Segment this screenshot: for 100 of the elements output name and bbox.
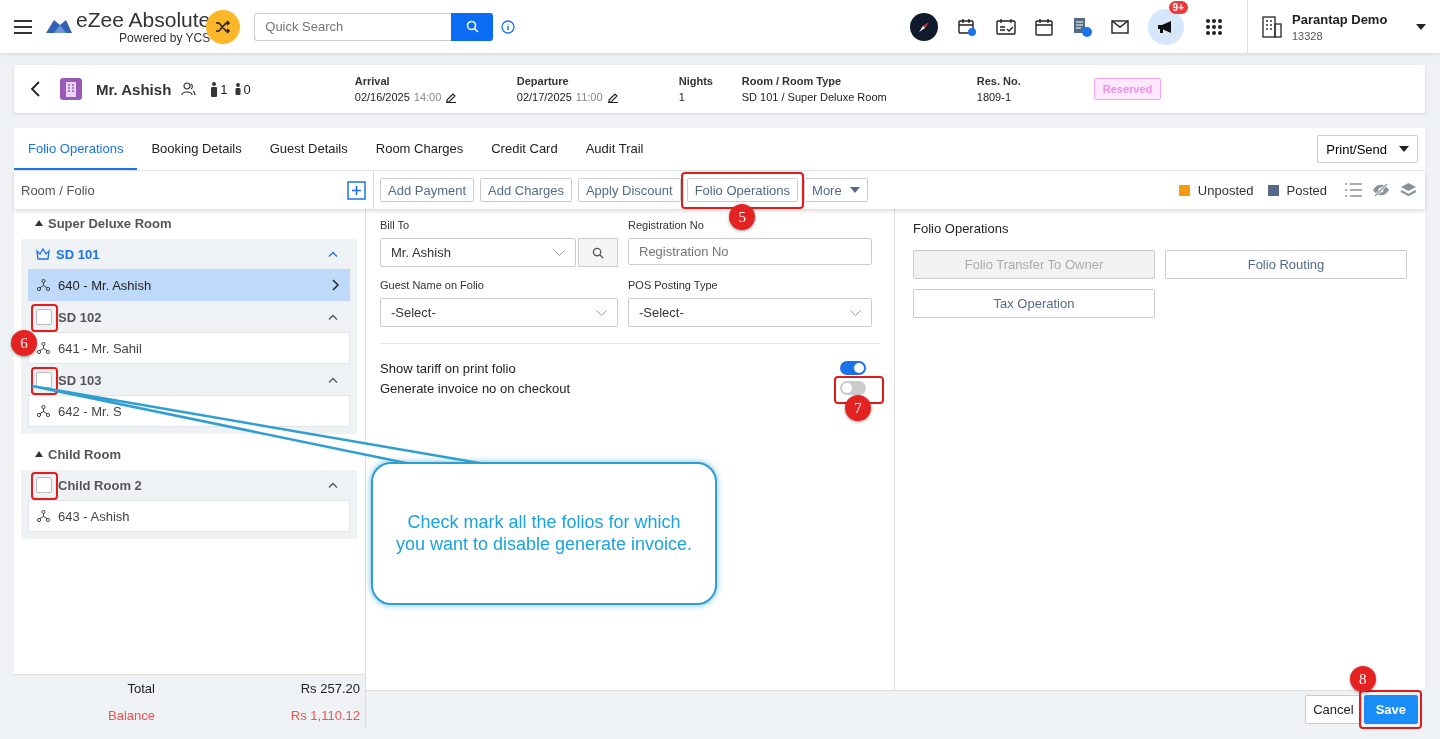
callout-text: Check mark all the folios for which you want to disable generate invoice.	[394, 511, 694, 556]
tab[interactable]: Booking Details	[137, 128, 256, 170]
total-label: Total	[126, 680, 155, 696]
hotel-icon	[60, 78, 82, 100]
field-value: 02/16/2025	[354, 91, 410, 103]
section-title: Folio Operations	[913, 221, 1010, 236]
search-field[interactable]: Quick Search	[254, 12, 452, 41]
adult-count: 1	[220, 81, 228, 97]
balance-amount: Rs 1,110.12	[289, 707, 360, 723]
property-code: 13328	[1292, 29, 1324, 42]
calendar-plus-icon[interactable]	[957, 16, 977, 37]
operation-button[interactable]: Tax Operation	[913, 289, 1155, 318]
child-count: 0	[243, 81, 251, 97]
field-label: Room / Room Type	[741, 75, 843, 87]
folio-item[interactable]: 641 - Mr. Sahil	[28, 332, 350, 364]
toolbar-button[interactable]: Add Payment	[380, 178, 475, 202]
chevron-down-icon	[554, 249, 565, 256]
chevron-right-icon	[332, 279, 339, 291]
apps-grid-icon[interactable]	[1206, 18, 1222, 35]
building-icon	[1262, 15, 1282, 38]
notification-badge: 9+	[1168, 0, 1188, 14]
folio-split-icon	[37, 342, 50, 354]
folio-item[interactable]: 640 - Mr. Ashish	[28, 269, 350, 301]
child-icon	[233, 83, 242, 95]
step-marker: 5	[729, 204, 756, 230]
search-button[interactable]	[578, 238, 618, 267]
legend-label: Posted	[1286, 182, 1327, 198]
chevron-icon[interactable]	[328, 251, 338, 257]
total-amount: Rs 257.20	[299, 680, 360, 696]
balance-label: Balance	[107, 707, 155, 723]
tab[interactable]: Folio Operations	[14, 128, 138, 170]
edit-icon[interactable]	[445, 91, 458, 103]
mail-icon[interactable]	[1111, 19, 1129, 34]
collapse-triangle-icon[interactable]	[35, 220, 43, 226]
info-icon[interactable]	[501, 19, 516, 34]
chevron-down-icon	[850, 309, 861, 316]
field-time: 11:00	[575, 91, 603, 103]
cancel-button[interactable]: Cancel	[1305, 695, 1362, 724]
print-send-button[interactable]: Print/Send	[1317, 135, 1418, 163]
field-label: Arrival	[354, 75, 391, 87]
calendar-check-icon[interactable]	[996, 17, 1016, 36]
field-label: POS Posting Type	[628, 279, 719, 291]
toolbar-button[interactable]: Apply Discount	[577, 178, 681, 202]
caret-icon[interactable]	[1416, 23, 1426, 30]
tab[interactable]: Credit Card	[477, 128, 572, 170]
toggle-label: Generate invoice no on checkout	[380, 380, 571, 396]
field-value: SD 101 / Super Deluxe Room	[741, 91, 887, 103]
field-label: Res. No.	[976, 75, 1022, 87]
toggle-switch[interactable]	[840, 381, 866, 395]
compass-icon[interactable]	[910, 12, 938, 41]
step-marker: 7	[845, 395, 871, 421]
checkbox[interactable]	[36, 309, 52, 325]
room-name[interactable]: SD 101	[56, 246, 100, 262]
guest-name-select[interactable]: -Select-	[380, 298, 618, 327]
tab[interactable]: Room Charges	[361, 128, 478, 170]
field-label: Bill To	[380, 219, 411, 231]
toolbar-button[interactable]: Add Charges	[480, 178, 572, 202]
guest-name: Mr. Ashish	[96, 80, 172, 98]
room-type-name: Super Deluxe Room	[48, 215, 172, 231]
field-time: 14:00	[413, 91, 442, 103]
search-icon	[465, 20, 479, 33]
panel-title: Room / Folio	[21, 182, 95, 198]
toggle-switch[interactable]	[840, 361, 866, 375]
search-icon	[592, 246, 604, 259]
back-icon[interactable]	[30, 81, 40, 97]
field-label: Nights	[678, 75, 714, 87]
status-badge: Reserved	[1093, 78, 1162, 100]
toolbar-button[interactable]: More	[804, 178, 868, 202]
shuffle-icon	[215, 19, 232, 34]
group-icon	[181, 82, 197, 96]
caret-icon	[849, 187, 860, 193]
brand-tagline: Powered by YCS	[119, 32, 211, 44]
tab[interactable]: Guest Details	[255, 128, 362, 170]
search-button[interactable]	[451, 12, 494, 41]
chevron-icon[interactable]	[328, 314, 338, 320]
operation-button[interactable]: Folio Routing	[1165, 250, 1407, 279]
brand-name: eZee Absolute	[76, 9, 211, 30]
pos-type-select[interactable]: -Select-	[628, 298, 872, 327]
step-marker: 6	[11, 330, 37, 356]
calendar-icon[interactable]	[1035, 17, 1053, 36]
bill-to-select[interactable]: Mr. Ashish	[380, 238, 576, 267]
toolbar-button[interactable]: Folio Operations	[686, 178, 799, 202]
field-value: 1	[678, 91, 685, 103]
add-icon[interactable]	[347, 180, 366, 200]
layers-icon[interactable]	[1400, 182, 1417, 198]
step-marker: 8	[1349, 666, 1376, 692]
registration-field[interactable]: Registration No	[628, 238, 872, 265]
field-label: Registration No	[628, 219, 705, 231]
room-name[interactable]: SD 102	[58, 309, 102, 325]
folio-label: 640 - Mr. Ashish	[58, 277, 153, 293]
property-name: Parantap Demo	[1292, 11, 1389, 27]
chevron-down-icon	[596, 309, 607, 316]
edit-icon[interactable]	[606, 91, 619, 103]
adult-icon	[210, 81, 219, 97]
field-label: Guest Name on Folio	[380, 279, 485, 291]
hidden-eye-icon[interactable]	[1372, 183, 1390, 197]
caret-icon	[1399, 146, 1409, 152]
menu-icon[interactable]	[14, 19, 32, 34]
invoice-dollar-icon[interactable]	[1072, 16, 1092, 37]
tab[interactable]: Audit Trail	[571, 128, 658, 170]
